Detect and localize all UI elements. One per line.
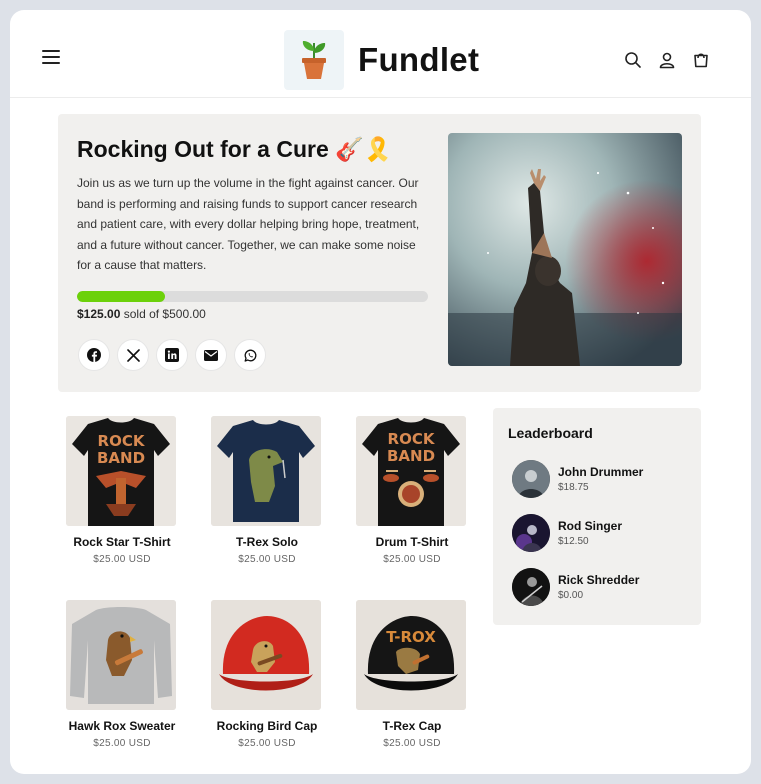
leaderboard-name: Rod Singer: [558, 519, 623, 533]
product-name: T-Rex Cap: [382, 719, 442, 733]
avatar: [512, 568, 550, 606]
leaderboard-entry[interactable]: Rod Singer $12.50: [512, 514, 622, 552]
campaign-title: Rocking Out for a Cure 🎸🎗️: [77, 136, 393, 162]
progress-bar: [77, 291, 428, 302]
product-card[interactable]: ROCK BAND Drum T-Shirt $25.00 USD: [356, 416, 468, 565]
product-price: $25.00 USD: [383, 738, 441, 749]
leaderboard-entry[interactable]: John Drummer $18.75: [512, 460, 643, 498]
product-name: Rock Star T-Shirt: [73, 535, 171, 549]
facebook-icon[interactable]: [78, 339, 110, 371]
product-name: Rocking Bird Cap: [216, 719, 318, 733]
product-price: $25.00 USD: [93, 738, 151, 749]
svg-text:BAND: BAND: [97, 449, 145, 467]
svg-text:BAND: BAND: [387, 447, 435, 465]
search-icon[interactable]: [623, 50, 643, 70]
product-price: $25.00 USD: [383, 554, 441, 565]
product-card[interactable]: Hawk Rox Sweater $25.00 USD: [66, 600, 178, 749]
cart-icon[interactable]: [691, 50, 711, 70]
brand-logo[interactable]: Fundlet: [284, 30, 479, 90]
rock-band-eagle-tshirt-image: ROCK BAND: [66, 416, 176, 526]
product-card[interactable]: T-ROX T-Rex Cap $25.00 USD: [356, 600, 468, 749]
leaderboard-amount: $0.00: [558, 590, 584, 601]
product-price: $25.00 USD: [93, 554, 151, 565]
raised-amount: $125.00: [77, 307, 121, 321]
whatsapp-icon[interactable]: [234, 339, 266, 371]
leaderboard-entry[interactable]: Rick Shredder $0.00: [512, 568, 639, 606]
progress-text: $125.00 sold of $500.00: [77, 307, 206, 321]
product-card[interactable]: T-Rex Solo $25.00 USD: [211, 416, 323, 565]
product-name: T-Rex Solo: [235, 535, 298, 549]
account-icon[interactable]: [657, 50, 677, 70]
svg-text:ROCK: ROCK: [98, 432, 146, 450]
avatar: [512, 460, 550, 498]
hawk-guitar-sweater-image: [66, 600, 176, 710]
product-card[interactable]: Rocking Bird Cap $25.00 USD: [211, 600, 323, 749]
red-bird-cap-image: [211, 600, 321, 710]
product-price: $25.00 USD: [238, 738, 296, 749]
leaderboard-title: Leaderboard: [508, 425, 593, 441]
email-icon[interactable]: [195, 339, 227, 371]
product-name: Hawk Rox Sweater: [68, 719, 176, 733]
campaign-photo: [448, 133, 682, 366]
product-price: $25.00 USD: [238, 554, 296, 565]
page-frame: Fundlet Rocking Out for a Cure 🎸🎗️ Join …: [10, 10, 751, 774]
svg-text:ROCK: ROCK: [388, 430, 436, 448]
leaderboard-amount: $18.75: [558, 482, 589, 493]
product-name: Drum T-Shirt: [375, 535, 449, 549]
site-header: Fundlet: [10, 10, 751, 98]
linkedin-icon[interactable]: [156, 339, 188, 371]
plant-logo-icon: [284, 30, 344, 90]
menu-icon[interactable]: [42, 50, 60, 68]
campaign-description: Join us as we turn up the volume in the …: [77, 176, 420, 273]
trex-cap-image: T-ROX: [356, 600, 466, 710]
leaderboard-name: John Drummer: [558, 465, 644, 479]
x-icon[interactable]: [117, 339, 149, 371]
leaderboard-amount: $12.50: [558, 536, 589, 547]
avatar: [512, 514, 550, 552]
progress-fill: [77, 291, 165, 302]
svg-text:T-ROX: T-ROX: [386, 628, 436, 646]
campaign-card: Rocking Out for a Cure 🎸🎗️ Join us as we…: [58, 114, 701, 392]
goal-text: sold of $500.00: [123, 307, 206, 321]
leaderboard: Leaderboard John Drummer $18.75 Rod Sing…: [493, 408, 701, 625]
product-card[interactable]: ROCK BAND Rock Star T-Shirt $25.00 USD: [66, 416, 178, 565]
rock-band-drums-tshirt-image: ROCK BAND: [356, 416, 466, 526]
trex-singer-tshirt-image: [211, 416, 321, 526]
leaderboard-name: Rick Shredder: [558, 573, 640, 587]
brand-name: Fundlet: [358, 41, 480, 78]
share-buttons: [78, 339, 273, 371]
